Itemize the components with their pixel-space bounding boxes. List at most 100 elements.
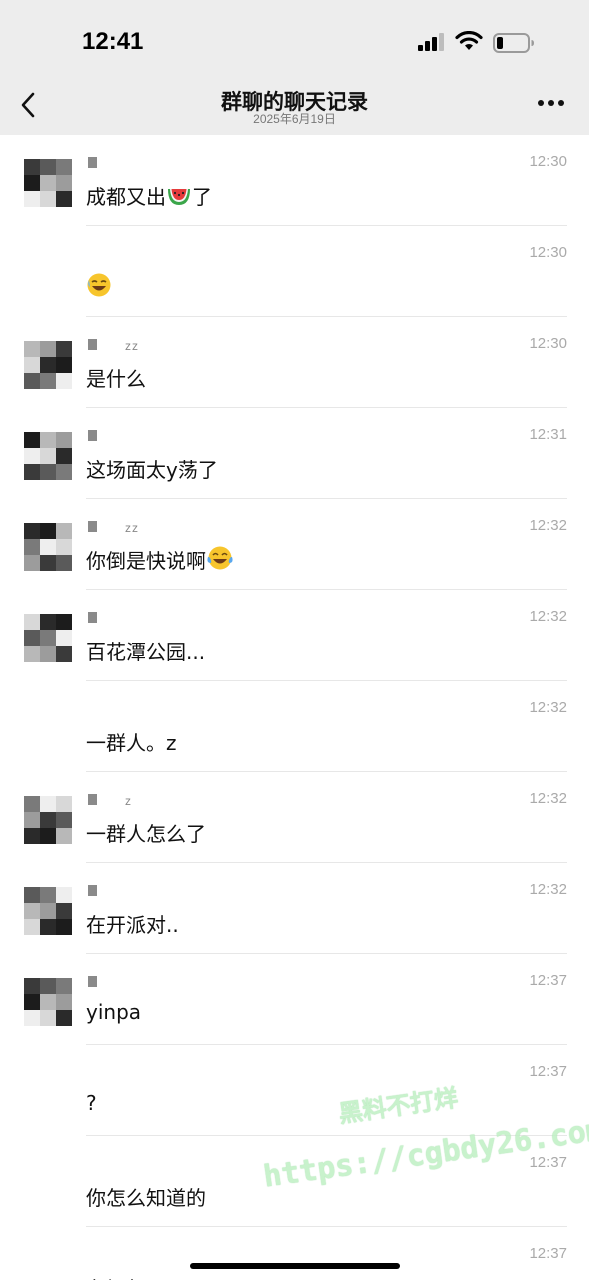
avatar-pixel: [56, 539, 72, 555]
grin-sweat-emoji-icon: [86, 273, 112, 300]
message-time: 12:32: [529, 608, 567, 625]
sender-name: [88, 885, 97, 897]
message-text[interactable]: yinpa: [86, 1000, 141, 1024]
sender-name: [88, 157, 97, 169]
message-row[interactable]: 12:37 你怎么知道的: [0, 1136, 589, 1227]
avatar-pixel: [24, 191, 40, 207]
message-text[interactable]: 这场面太y荡了: [86, 454, 218, 483]
message-row[interactable]: zz 12:32 你倒是快说啊: [0, 499, 589, 590]
avatar-pixel: [24, 887, 40, 903]
message-row[interactable]: 12:37 yinpa: [0, 954, 589, 1045]
avatar-pixel: [56, 646, 72, 662]
avatar-pixel: [56, 978, 72, 994]
avatar[interactable]: [24, 796, 72, 844]
sender-name-suffix: zz: [125, 521, 139, 535]
sender-name-blurred: [88, 612, 97, 623]
avatar-pixel: [24, 828, 40, 844]
message-text-content: 是什么: [86, 367, 146, 391]
avatar-pixel: [24, 539, 40, 555]
avatar-pixel: [56, 555, 72, 571]
message-row[interactable]: zz 12:30 是什么: [0, 317, 589, 408]
sender-name-blurred: [88, 885, 97, 896]
avatar[interactable]: [24, 614, 72, 662]
message-text-content: 一群人。z: [86, 731, 177, 755]
avatar-pixel: [56, 341, 72, 357]
cellular-signal-icon: [418, 33, 444, 51]
sender-name: [88, 430, 97, 442]
avatar-pixel: [24, 903, 40, 919]
sender-name: zz: [88, 521, 139, 535]
avatar-pixel: [56, 919, 72, 935]
avatar-pixel: [56, 812, 72, 828]
avatar-pixel: [40, 646, 56, 662]
avatar-pixel: [24, 994, 40, 1010]
avatar-pixel: [24, 341, 40, 357]
message-row[interactable]: 12:32 在开派对..: [0, 863, 589, 954]
message-row[interactable]: 12:30 成都又出 了: [0, 135, 589, 226]
avatar[interactable]: [24, 887, 72, 935]
avatar-pixel: [40, 373, 56, 389]
avatar-pixel: [56, 159, 72, 175]
avatar-pixel: [56, 796, 72, 812]
message-row[interactable]: 12:37 有视频吗: [0, 1227, 589, 1280]
avatar-pixel: [56, 464, 72, 480]
message-time: 12:37: [529, 1154, 567, 1171]
message-time: 12:32: [529, 790, 567, 807]
message-row[interactable]: 12:32 一群人。z: [0, 681, 589, 772]
message-text[interactable]: 一群人。z: [86, 727, 177, 756]
avatar-pixel: [40, 978, 56, 994]
avatar-pixel: [24, 523, 40, 539]
avatar-pixel: [24, 464, 40, 480]
avatar[interactable]: [24, 523, 72, 571]
avatar-pixel: [40, 432, 56, 448]
avatar-pixel: [24, 646, 40, 662]
message-time: 12:37: [529, 1245, 567, 1262]
avatar[interactable]: [24, 432, 72, 480]
message-row[interactable]: 12:31 这场面太y荡了: [0, 408, 589, 499]
message-text-content: 百花潭公园...: [86, 640, 206, 664]
message-text[interactable]: 成都又出 了: [86, 181, 212, 210]
avatar-pixel: [40, 919, 56, 935]
message-text-content: ?: [86, 1091, 97, 1115]
avatar[interactable]: [24, 341, 72, 389]
message-text[interactable]: ?: [86, 1091, 97, 1115]
message-text[interactable]: 在开派对..: [86, 909, 179, 938]
message-text[interactable]: 是什么: [86, 363, 146, 392]
avatar-pixel: [56, 373, 72, 389]
message-row[interactable]: 12:30: [0, 226, 589, 317]
home-indicator[interactable]: [190, 1263, 400, 1269]
status-time: 12:41: [82, 28, 144, 55]
avatar-pixel: [56, 903, 72, 919]
avatar-pixel: [40, 630, 56, 646]
avatar-pixel: [40, 1010, 56, 1026]
message-row[interactable]: z 12:32 一群人怎么了: [0, 772, 589, 863]
message-row[interactable]: 12:37?: [0, 1045, 589, 1136]
avatar[interactable]: [24, 978, 72, 1026]
avatar-pixel: [40, 887, 56, 903]
avatar-pixel: [40, 523, 56, 539]
message-text[interactable]: 你怎么知道的: [86, 1182, 206, 1211]
avatar-pixel: [24, 373, 40, 389]
more-options-icon[interactable]: [537, 99, 565, 107]
avatar-pixel: [24, 614, 40, 630]
avatar-pixel: [40, 357, 56, 373]
avatar-pixel: [56, 994, 72, 1010]
message-row[interactable]: 12:32 百花潭公园...: [0, 590, 589, 681]
message-text[interactable]: 一群人怎么了: [86, 818, 206, 847]
message-text[interactable]: [86, 272, 112, 300]
message-time: 12:32: [529, 699, 567, 716]
message-text-content: yinpa: [86, 1000, 142, 1024]
sender-name: [88, 612, 97, 624]
message-text-content: 这场面太y荡了: [86, 458, 218, 482]
sender-name-blurred: [88, 521, 97, 532]
message-time: 12:32: [529, 881, 567, 898]
wifi-icon: [455, 31, 483, 50]
nav-bar: 群聊的聊天记录 2025年6月19日: [0, 84, 589, 135]
message-time: 12:32: [529, 517, 567, 534]
message-text[interactable]: 你倒是快说啊: [86, 545, 234, 574]
avatar-pixel: [24, 812, 40, 828]
message-text[interactable]: 有视频吗: [86, 1273, 166, 1280]
message-text[interactable]: 百花潭公园...: [86, 636, 205, 665]
avatar-pixel: [24, 448, 40, 464]
avatar[interactable]: [24, 159, 72, 207]
